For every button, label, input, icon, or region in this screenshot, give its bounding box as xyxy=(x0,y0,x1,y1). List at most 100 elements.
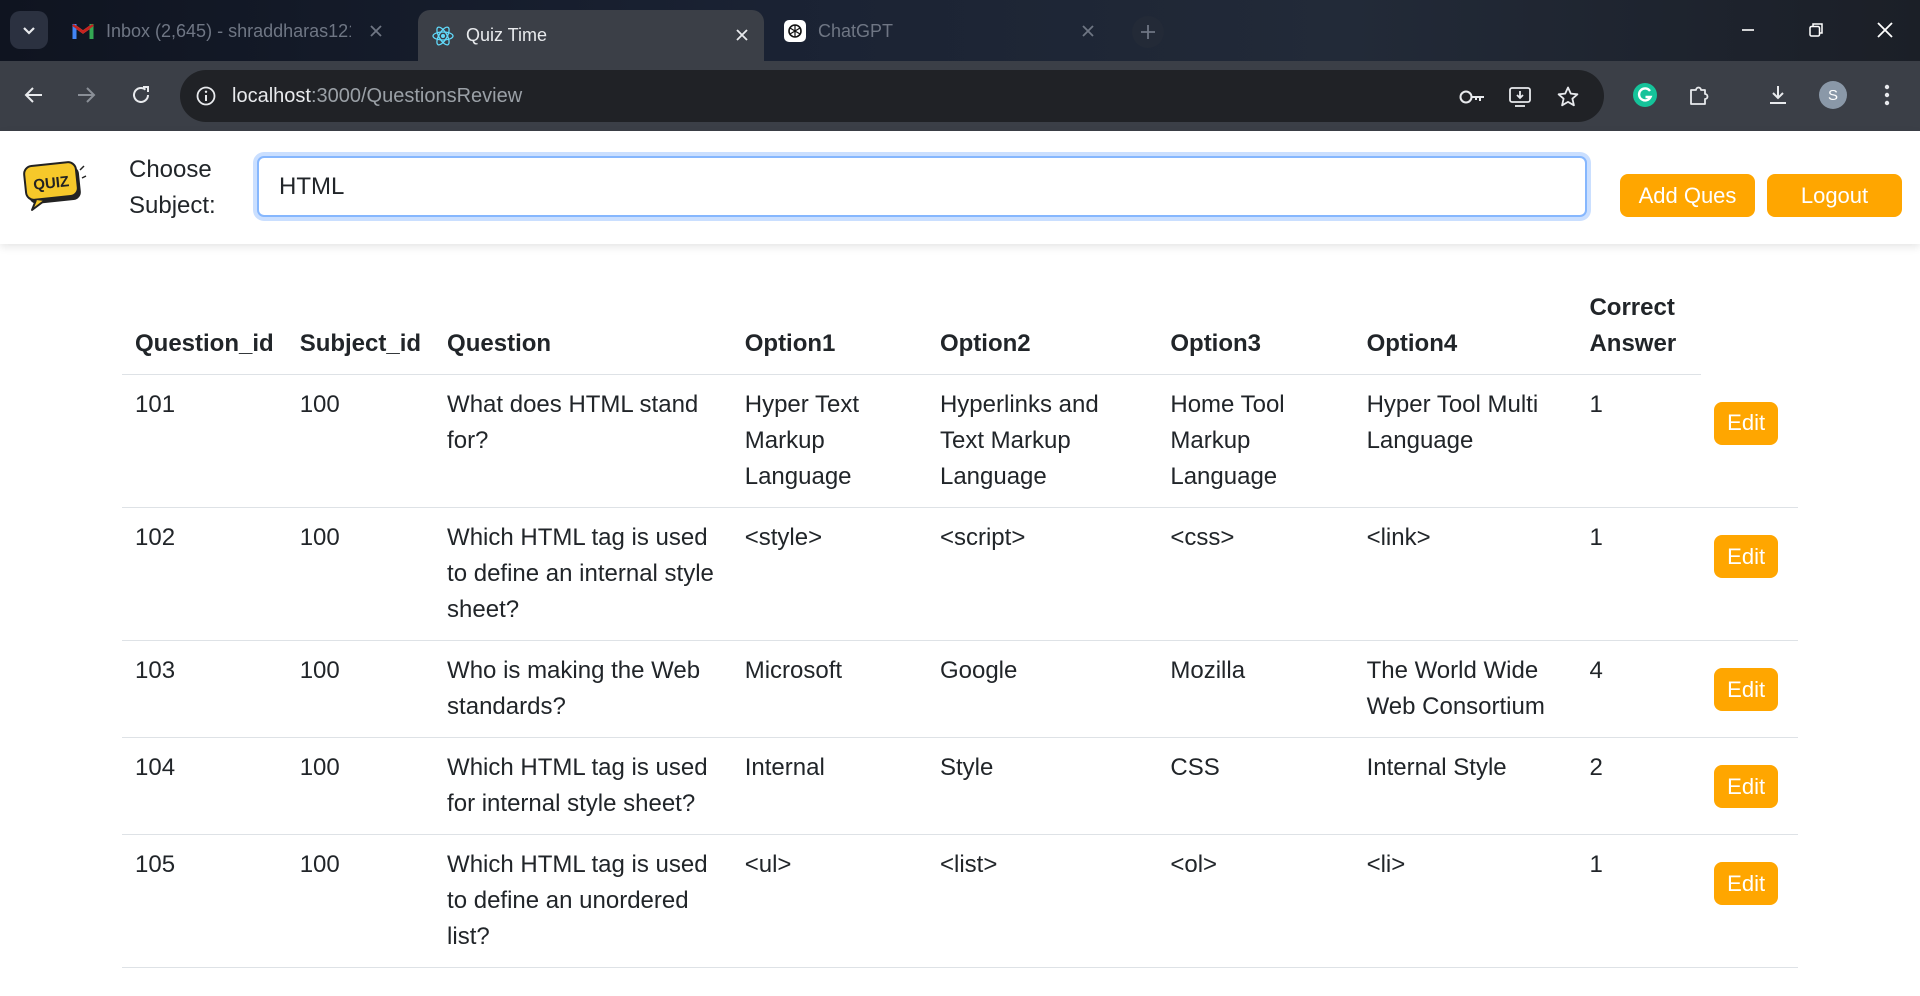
cell-option2: <script> xyxy=(926,507,1158,641)
install-app-icon[interactable] xyxy=(1506,83,1534,111)
address-bar[interactable]: localhost:3000/QuestionsReview xyxy=(180,70,1604,122)
close-icon[interactable] xyxy=(366,21,386,41)
info-icon[interactable] xyxy=(194,84,218,108)
react-icon xyxy=(432,25,454,47)
cell-question: Who is making the Web standards? xyxy=(434,640,732,738)
column-header-option2: Option2 xyxy=(926,290,1158,375)
cell-question-id: 105 xyxy=(122,834,287,968)
kebab-menu-icon[interactable] xyxy=(1870,78,1904,112)
cell-option4: Hyper Tool Multi Language xyxy=(1353,374,1577,508)
restore-icon xyxy=(1809,23,1823,37)
cell-subject-id: 100 xyxy=(286,640,435,738)
cell-option2: Hyperlinks and Text Markup Language xyxy=(926,374,1158,508)
extensions-puzzle-icon[interactable] xyxy=(1682,78,1716,112)
cell-question-id: 104 xyxy=(122,737,287,835)
cell-action: Edit xyxy=(1701,374,1798,508)
app-header: QUIZ Choose Subject: Add Ques Logout xyxy=(0,131,1920,244)
browser-tabstrip: Inbox (2,645) - shraddharas121 Quiz Time… xyxy=(0,0,1920,61)
table-row: 101 100 What does HTML stand for? Hyper … xyxy=(122,374,1798,508)
tab-chatgpt[interactable]: ChatGPT xyxy=(770,10,1110,52)
cell-option1: <ul> xyxy=(731,834,927,968)
arrow-left-icon xyxy=(24,87,42,103)
cell-option3: <css> xyxy=(1157,507,1354,641)
cell-correct-answer: 1 xyxy=(1576,834,1702,968)
cell-option3: <ol> xyxy=(1157,834,1354,968)
download-icon[interactable] xyxy=(1761,78,1795,112)
browser-toolbar: localhost:3000/QuestionsReview S xyxy=(0,61,1920,131)
reload-button[interactable] xyxy=(123,77,159,113)
cell-action: Edit xyxy=(1701,640,1798,738)
column-header-correct-answer: Correct Answer xyxy=(1576,290,1702,375)
profile-avatar[interactable]: S xyxy=(1819,81,1847,109)
subject-select[interactable] xyxy=(257,156,1587,217)
restore-button[interactable] xyxy=(1794,10,1838,50)
tab-gmail[interactable]: Inbox (2,645) - shraddharas121 xyxy=(58,10,398,52)
minimize-button[interactable] xyxy=(1726,10,1770,50)
cell-option4: <link> xyxy=(1353,507,1577,641)
cell-subject-id: 100 xyxy=(286,507,435,641)
reload-icon xyxy=(133,86,149,103)
cell-question-id: 102 xyxy=(122,507,287,641)
cell-option1: <style> xyxy=(731,507,927,641)
arrow-right-icon xyxy=(78,87,96,103)
edit-button[interactable]: Edit xyxy=(1714,668,1779,711)
back-button[interactable] xyxy=(16,77,52,113)
cell-option3: CSS xyxy=(1157,737,1354,835)
cell-option1: Hyper Text Markup Language xyxy=(731,374,927,508)
cell-option4: <li> xyxy=(1353,834,1577,968)
cell-option4: The World Wide Web Consortium xyxy=(1353,640,1577,738)
new-tab-button[interactable] xyxy=(1132,16,1164,48)
chevron-down-icon xyxy=(23,27,35,35)
column-header-option3: Option3 xyxy=(1157,290,1354,375)
add-question-button[interactable]: Add Ques xyxy=(1620,174,1755,217)
edit-button[interactable]: Edit xyxy=(1714,862,1779,905)
column-header-option4: Option4 xyxy=(1353,290,1577,375)
table-row: 105 100 Which HTML tag is used to define… xyxy=(122,834,1798,968)
cell-question: Which HTML tag is used for internal styl… xyxy=(434,737,732,835)
quiz-logo[interactable]: QUIZ xyxy=(22,156,88,214)
cell-option2: <list> xyxy=(926,834,1158,968)
url-path: :3000/QuestionsReview xyxy=(310,84,523,107)
cell-option1: Internal xyxy=(731,737,927,835)
column-header-question: Question xyxy=(434,290,732,375)
cell-subject-id: 100 xyxy=(286,834,435,968)
cell-question: Which HTML tag is used to define an inte… xyxy=(434,507,732,641)
table-header-row: Question_id Subject_id Question Option1 … xyxy=(122,290,1798,375)
tab-search-button[interactable] xyxy=(10,11,48,49)
table-row: 102 100 Which HTML tag is used to define… xyxy=(122,507,1798,641)
cell-subject-id: 100 xyxy=(286,374,435,508)
edit-button[interactable]: Edit xyxy=(1714,765,1779,808)
cell-question-id: 103 xyxy=(122,640,287,738)
cell-option2: Style xyxy=(926,737,1158,835)
close-icon xyxy=(1877,22,1893,38)
cell-action: Edit xyxy=(1701,737,1798,835)
password-key-icon[interactable] xyxy=(1458,83,1486,111)
grammarly-extension-icon[interactable] xyxy=(1628,78,1662,112)
column-header-option1: Option1 xyxy=(731,290,927,375)
column-header-action xyxy=(1701,290,1798,375)
tab-title: ChatGPT xyxy=(818,20,894,41)
bookmark-star-icon[interactable] xyxy=(1554,83,1582,111)
edit-button[interactable]: Edit xyxy=(1714,401,1779,445)
cell-option4: Internal Style xyxy=(1353,737,1577,835)
url-host: localhost xyxy=(232,84,311,107)
cell-correct-answer: 1 xyxy=(1576,507,1702,641)
logout-button[interactable]: Logout xyxy=(1767,174,1902,217)
cell-question-id: 101 xyxy=(122,374,287,508)
edit-button[interactable]: Edit xyxy=(1714,535,1779,578)
table-row: 103 100 Who is making the Web standards?… xyxy=(122,640,1798,738)
column-header-subject-id: Subject_id xyxy=(286,290,435,375)
cell-option1: Microsoft xyxy=(731,640,927,738)
forward-button[interactable] xyxy=(68,77,104,113)
close-icon[interactable] xyxy=(1078,21,1098,41)
subject-label: Choose Subject: xyxy=(129,156,216,219)
gmail-icon xyxy=(72,20,94,42)
plus-icon xyxy=(1141,25,1155,39)
cell-question: Which HTML tag is used to define an unor… xyxy=(434,834,732,968)
close-icon[interactable] xyxy=(732,25,752,45)
close-window-button[interactable] xyxy=(1863,10,1907,50)
cell-correct-answer: 1 xyxy=(1576,374,1702,508)
chatgpt-icon xyxy=(784,20,806,42)
tab-quiz-time[interactable]: Quiz Time xyxy=(418,10,764,61)
cell-correct-answer: 2 xyxy=(1576,737,1702,835)
